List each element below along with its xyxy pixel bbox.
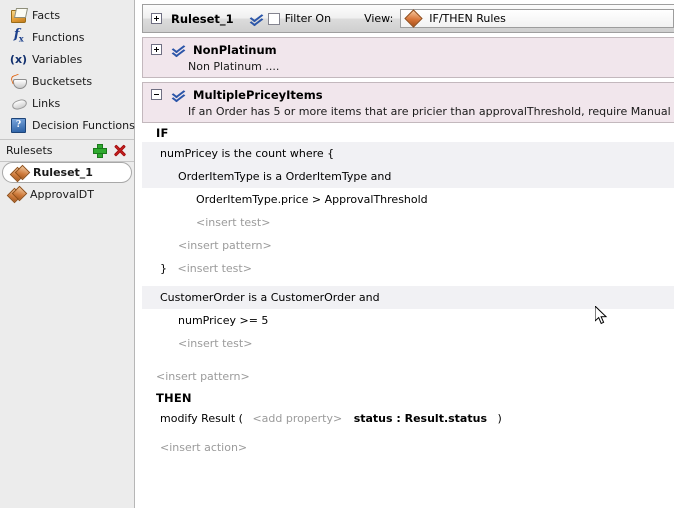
condition-count-open[interactable]: numPricey is the count where { [142, 142, 674, 165]
ruleset-editor-panel: Ruleset_1 Filter On View: IF/THEN Rules [140, 0, 674, 508]
chevron-double-down-icon[interactable] [171, 42, 186, 58]
sidebar-item-label: Functions [32, 30, 85, 44]
rules-editor-window: Facts fx Functions (x) Variables Buckets… [0, 0, 674, 508]
rule-body-multiplepriceyitems: IF numPricey is the count where { OrderI… [142, 123, 674, 459]
sidebar-ruleset-ruleset-1[interactable]: Ruleset_1 [2, 162, 132, 183]
rule-description: Non Platinum .... [188, 60, 280, 73]
insert-test-placeholder-3[interactable]: <insert test> [142, 332, 674, 355]
function-fx-icon: fx [13, 27, 24, 44]
facts-book-icon [10, 7, 29, 23]
rule-name: MultiplePriceyItems [193, 87, 323, 102]
ruleset-toolbar: Ruleset_1 Filter On View: IF/THEN Rules [142, 4, 674, 33]
sidebar-ruleset-approvaldt[interactable]: ApprovalDT [0, 183, 134, 205]
insert-pattern-placeholder-2[interactable]: <insert pattern> [142, 365, 674, 388]
sidebar-item-bucketsets[interactable]: Bucketsets [0, 70, 134, 92]
insert-pattern-placeholder-1[interactable]: <insert pattern> [142, 234, 674, 257]
view-label: View: [364, 12, 394, 25]
insert-action-placeholder[interactable]: <insert action> [142, 436, 674, 459]
rules-list: NonPlatinum Non Platinum .... MultiplePr… [142, 37, 674, 123]
ruleset-icon [9, 164, 30, 182]
filter-on-label: Filter On [284, 12, 332, 25]
bucketset-icon [9, 73, 27, 89]
add-ruleset-button[interactable] [92, 143, 108, 159]
test-price-threshold[interactable]: OrderItemType.price > ApprovalThreshold [142, 188, 674, 211]
view-selected-value: IF/THEN Rules [429, 12, 506, 25]
rule-name: NonPlatinum [193, 42, 277, 57]
sidebar-item-label: Links [32, 96, 61, 110]
ruleset-title: Ruleset_1 [171, 11, 234, 26]
action-status-assignment[interactable]: status : Result.status [354, 412, 487, 425]
if-keyword: IF [156, 126, 169, 140]
rule-description: If an Order has 5 or more items that are… [188, 105, 674, 118]
rulesets-section-header: Rulesets [0, 139, 134, 162]
count-close-brace: } [160, 262, 167, 275]
insert-test-placeholder-2[interactable]: <insert test> [178, 262, 252, 275]
sidebar-nav-list: Facts fx Functions (x) Variables Buckets… [0, 0, 135, 136]
rule-card-multiplepriceyitems[interactable]: MultiplePriceyItems If an Order has 5 or… [142, 82, 674, 123]
chevron-double-down-icon[interactable] [171, 87, 186, 103]
rule-header: MultiplePriceyItems [143, 86, 674, 103]
delete-ruleset-button[interactable] [112, 143, 128, 159]
sidebar-item-decision-functions[interactable]: ? Decision Functions [0, 114, 135, 136]
sidebar-item-label: Bucketsets [32, 74, 93, 88]
sidebar-item-label: Decision Functions [32, 118, 135, 132]
rule-header: NonPlatinum [143, 41, 674, 58]
sidebar-item-functions[interactable]: fx Functions [0, 26, 134, 48]
sidebar-item-facts[interactable]: Facts [0, 4, 134, 26]
expand-rule-icon[interactable] [151, 44, 162, 55]
pattern-customerorder[interactable]: CustomerOrder is a CustomerOrder and [142, 286, 674, 309]
decision-function-icon: ? [10, 117, 27, 133]
rulesets-title: Rulesets [6, 144, 53, 157]
collapse-rule-icon[interactable] [151, 89, 162, 100]
rule-card-nonplatinum[interactable]: NonPlatinum Non Platinum .... [142, 37, 674, 78]
variable-x-icon: (x) [9, 52, 28, 66]
action-modify-result[interactable]: modify Result ( <add property> status : … [142, 407, 674, 430]
links-icon [10, 95, 28, 111]
sidebar-item-links[interactable]: Links [0, 92, 134, 114]
view-select[interactable]: IF/THEN Rules [400, 9, 674, 28]
expand-all-toggle-icon[interactable] [151, 13, 162, 24]
action-close-paren: ) [497, 412, 502, 425]
test-numpricey[interactable]: numPricey >= 5 [142, 309, 674, 332]
rules-diamond-icon [404, 9, 423, 28]
pattern-orderitemtype[interactable]: OrderItemType is a OrderItemType and [142, 165, 674, 188]
ruleset-label: ApprovalDT [30, 187, 94, 201]
sidebar: Facts fx Functions (x) Variables Buckets… [0, 0, 135, 508]
action-prefix: modify Result ( [160, 412, 243, 425]
sidebar-item-label: Variables [32, 52, 83, 66]
chevron-double-down-icon[interactable] [249, 11, 264, 27]
count-close-row[interactable]: } <insert test> [142, 257, 674, 280]
ruleset-label: Ruleset_1 [33, 166, 93, 179]
sidebar-item-variables[interactable]: (x) Variables [0, 48, 134, 70]
sidebar-item-label: Facts [32, 8, 61, 22]
ruleset-icon [6, 185, 27, 204]
then-keyword: THEN [156, 391, 192, 405]
filter-on-checkbox[interactable] [267, 12, 280, 25]
insert-test-placeholder-1[interactable]: <insert test> [142, 211, 674, 234]
add-property-placeholder[interactable]: <add property> [252, 412, 342, 425]
